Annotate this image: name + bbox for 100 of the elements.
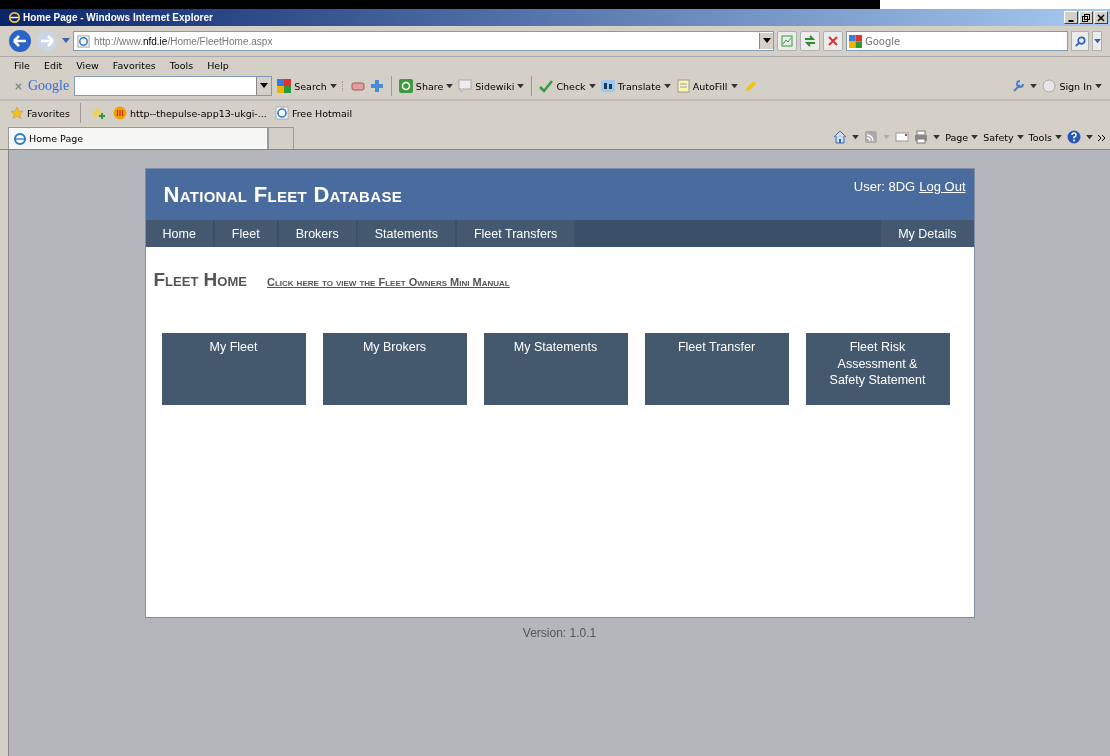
back-button[interactable] [8,29,32,53]
close-icon [826,34,840,48]
caret-icon[interactable] [1086,134,1093,140]
tile-button[interactable]: Fleet Transfer [644,333,789,405]
caret-icon [1055,134,1062,140]
site-title: National Fleet Database [163,182,402,208]
nav-item[interactable]: Statements [357,220,455,247]
page-icon [274,106,289,120]
toolbar-button[interactable]: Search [277,79,337,93]
caret-icon[interactable] [260,83,269,89]
speech-bubble-icon [458,79,473,93]
command-button[interactable]: Page [945,131,979,143]
close-icon [1096,12,1106,23]
site-icon [112,106,127,120]
caret-icon [730,83,738,89]
page-icon [77,34,90,48]
toolbar-button[interactable]: Sidewiki [458,79,525,93]
restore-button[interactable] [1079,11,1093,24]
sign-in-button[interactable]: Sign In [1042,79,1102,93]
search-button[interactable] [1071,31,1089,51]
star-icon [10,106,24,120]
caret-icon[interactable] [1030,83,1038,89]
menu-item[interactable]: File [14,59,30,71]
user-label: User: 8DG [853,179,916,194]
search-box[interactable]: Google [846,31,1068,51]
restore-icon [1081,12,1091,23]
menu-item[interactable]: Favorites [112,59,156,71]
caret-icon [588,83,596,89]
caret-icon [446,83,454,89]
tile-button[interactable]: My Fleet [161,333,306,405]
logout-link[interactable]: Log Out [919,179,966,194]
menu-item[interactable]: Tools [169,59,194,71]
circle-icon [1042,79,1057,93]
translate-icon [600,79,615,93]
close-button[interactable] [1094,11,1108,24]
nav-item[interactable]: My Details [881,220,974,247]
check-icon [539,79,554,93]
favorites-button[interactable]: Favorites [10,106,70,120]
search-options-button[interactable] [1092,31,1102,51]
google-icon [277,79,292,93]
caret-icon [329,83,337,89]
minimize-icon [1068,19,1074,22]
address-dropdown-button[interactable] [759,33,773,49]
browser-logo-icon [8,11,21,24]
google-icon [849,34,862,48]
printer-icon[interactable] [914,130,929,144]
menu-item[interactable]: View [76,59,99,71]
caret-icon[interactable] [933,134,941,140]
window-title: Home Page - Windows Internet Explorer [23,12,213,23]
address-field[interactable]: http://www.nfd.ie/Home/FleetHome.aspx [73,31,774,51]
caret-icon[interactable] [852,134,860,140]
caret-icon [663,83,671,89]
nav-item[interactable]: Brokers [278,220,356,247]
refresh-button[interactable] [800,31,820,51]
plus-icon[interactable] [369,79,384,93]
tile-button[interactable]: My Statements [483,333,628,405]
eraser-icon[interactable] [350,79,365,93]
stop-button[interactable] [823,31,843,51]
command-button[interactable]: Tools [1028,131,1062,143]
search-icon [1073,34,1087,48]
url-text: http://www.nfd.ie/Home/FleetHome.aspx [94,35,273,47]
add-favorite-icon[interactable] [90,106,105,120]
mail-icon[interactable] [895,130,910,144]
favorite-link[interactable]: Free Hotmail [274,106,353,120]
toolbar-button[interactable]: AutoFill [675,79,738,93]
home-icon[interactable] [833,130,848,144]
help-icon[interactable] [1067,130,1081,144]
toolbar-button[interactable]: Share [398,79,454,93]
caret-icon [971,134,979,140]
favorite-link[interactable]: http--thepulse-app13-ukgi-... [112,106,267,120]
menu-item[interactable]: Edit [43,59,63,71]
tile-button[interactable]: My Brokers [322,333,467,405]
command-button[interactable]: Safety [983,131,1024,143]
search-field[interactable] [74,76,273,96]
dropdown-icon[interactable] [62,38,70,44]
nav-item[interactable]: Fleet [214,220,277,247]
minimize-button[interactable] [1064,11,1078,24]
menu-item[interactable]: Help [207,59,229,71]
share-icon [398,79,413,93]
page-heading: Fleet Home [153,269,247,291]
manual-link[interactable]: Click here to view the Fleet Owners Mini Manual [266,276,510,288]
caret-icon [1016,134,1024,140]
notepad-icon [675,79,690,93]
version-label: Version: 1.0.1 [522,626,597,640]
toolbar-button[interactable]: Translate [600,79,671,93]
browser-tab[interactable]: Home Page [8,127,268,149]
toolbar-button[interactable]: Check [539,79,596,93]
nav-item[interactable]: Home [145,220,213,247]
caret-icon [1095,83,1102,89]
tile-button[interactable]: Fleet Risk Assessment & Safety Statement [805,333,950,405]
caret-icon [517,83,525,89]
browser-logo-icon [13,131,27,146]
close-icon[interactable] [14,81,23,91]
chart-page-icon [780,34,794,48]
nav-item[interactable]: Fleet Transfers [456,220,575,247]
refresh-icon [803,34,817,48]
caret-icon [1093,38,1101,44]
google-logo: Google [28,78,70,94]
chevron-icon[interactable] [1098,135,1106,141]
caret-icon [762,38,771,44]
